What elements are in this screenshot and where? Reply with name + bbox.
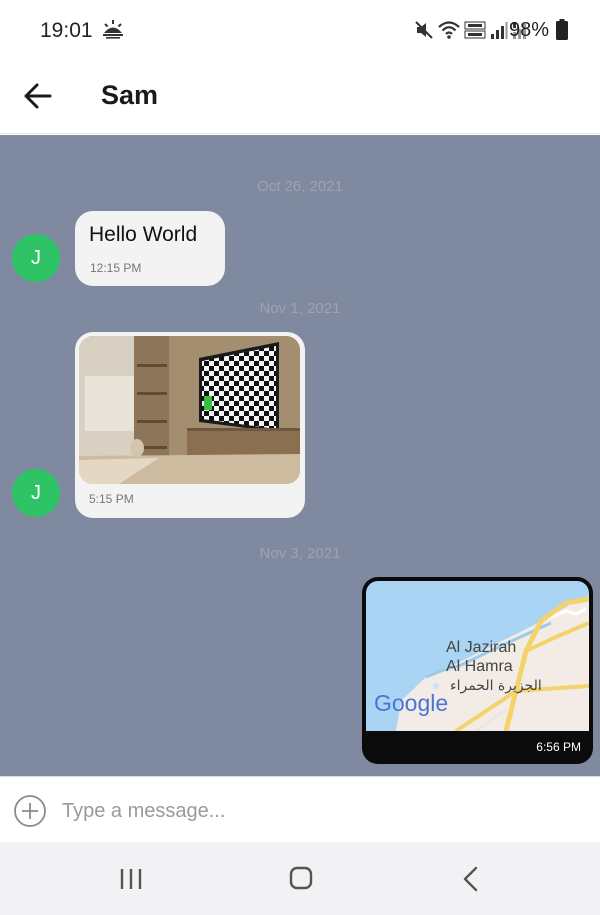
- chat-title: Sam: [101, 80, 159, 110]
- app-bar: Sam: [0, 60, 600, 134]
- message-bubble-location[interactable]: Al Jazirah Al Hamra الجزيرة الحمراء Goog…: [362, 577, 593, 764]
- google-logo: Google: [374, 690, 448, 716]
- message-bubble-text[interactable]: Hello World 12:15 PM: [75, 211, 225, 286]
- recent-apps-icon[interactable]: [111, 862, 151, 896]
- message-time: 6:56 PM: [536, 740, 581, 754]
- status-time: 19:01: [40, 19, 93, 42]
- message-text: Hello World: [89, 223, 198, 246]
- message-time: 12:15 PM: [90, 261, 142, 275]
- avatar[interactable]: J: [12, 469, 60, 517]
- map-image: Al Jazirah Al Hamra الجزيرة الحمراء Goog…: [366, 581, 589, 731]
- status-bar: 19:01 98%: [0, 0, 600, 60]
- message-input[interactable]: [62, 791, 582, 831]
- message-bubble-image[interactable]: 5:15 PM: [75, 332, 305, 518]
- weather-icon: [103, 20, 123, 39]
- back-nav-icon[interactable]: [451, 862, 491, 896]
- signal-icon: [491, 22, 508, 39]
- location-map[interactable]: Al Jazirah Al Hamra الجزيرة الحمراء Goog…: [366, 581, 589, 731]
- battery-icon: [556, 19, 568, 40]
- avatar[interactable]: J: [12, 234, 60, 282]
- map-label-ar: الجزيرة الحمراء: [450, 678, 542, 694]
- message-list[interactable]: Oct 26, 2021 J Hello World 12:15 PM Nov …: [0, 135, 600, 776]
- battery-percentage: 98%: [508, 19, 549, 41]
- date-separator: Nov 1, 2021: [259, 300, 341, 317]
- map-label-en-2: Al Hamra: [446, 658, 513, 675]
- room-photo: [79, 336, 300, 484]
- home-icon[interactable]: [281, 862, 321, 896]
- wifi-icon: [438, 21, 460, 39]
- message-composer: [0, 776, 600, 842]
- add-circle-icon[interactable]: [13, 794, 47, 828]
- date-separator: Nov 3, 2021: [259, 545, 341, 562]
- message-time: 5:15 PM: [89, 492, 134, 506]
- map-label-en: Al Jazirah: [446, 639, 516, 656]
- mute-icon: [415, 21, 433, 39]
- arrow-left-icon[interactable]: [18, 78, 58, 114]
- date-separator: Oct 26, 2021: [257, 178, 343, 195]
- volte-icon: [464, 21, 486, 39]
- room-photo-image[interactable]: [79, 336, 300, 484]
- system-nav-bar: [0, 842, 600, 915]
